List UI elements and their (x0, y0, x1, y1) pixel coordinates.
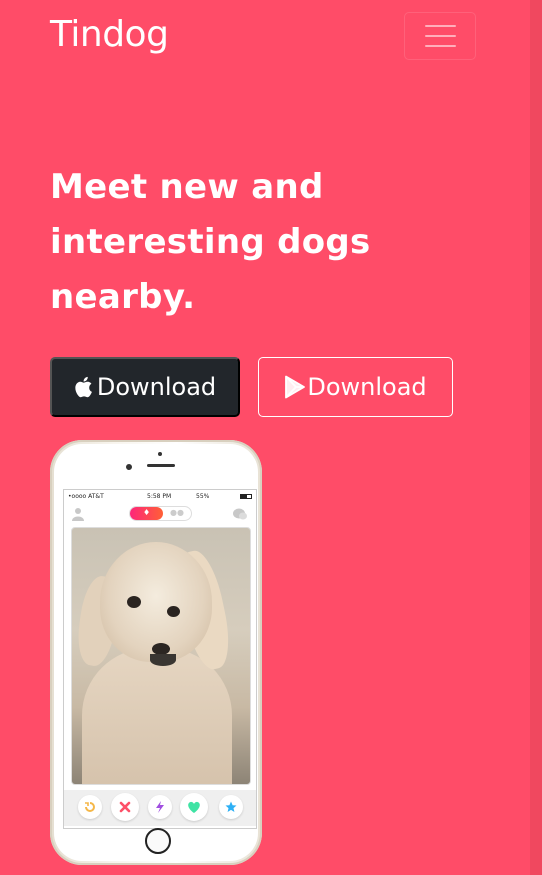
hero-title: Meet new and interesting dogs nearby. (50, 160, 430, 325)
google-play-download-button[interactable]: Download (258, 357, 453, 417)
nope-x-icon (111, 793, 139, 821)
navbar-toggler-button[interactable] (404, 12, 476, 60)
hamburger-menu-icon (425, 25, 456, 47)
chat-icon (233, 506, 247, 520)
phone-body: •oooo AT&T 5:58 PM 55% ♦ ●● (54, 444, 258, 861)
phone-speaker (147, 464, 175, 467)
hero-title-line-2: interesting dogs (50, 222, 371, 262)
hero-title-line-1: Meet new and (50, 167, 324, 207)
battery-icon (240, 494, 252, 499)
phone-home-button (145, 828, 171, 854)
phone-sensor (158, 452, 162, 456)
brand-logo-text[interactable]: Tindog (50, 14, 169, 55)
apple-icon (74, 375, 96, 399)
phone-screen: •oooo AT&T 5:58 PM 55% ♦ ●● (63, 489, 257, 829)
phone-camera (126, 464, 132, 470)
social-icon: ●● (170, 508, 184, 517)
dog-photo-card (71, 527, 251, 785)
phone-mockup-image: •oooo AT&T 5:58 PM 55% ♦ ●● (50, 440, 262, 865)
navbar: Tindog (0, 0, 530, 80)
phone-status-bar: •oooo AT&T 5:58 PM 55% (64, 490, 256, 502)
profile-icon (72, 506, 84, 521)
apple-download-button[interactable]: Download (50, 357, 240, 417)
flame-icon: ♦ (143, 508, 151, 517)
dog-eye-right (167, 606, 180, 617)
boost-bolt-icon (148, 795, 172, 819)
hero-title-line-3: nearby. (50, 277, 196, 317)
google-play-icon (284, 375, 306, 399)
status-carrier: •oooo AT&T (68, 493, 104, 500)
status-time: 5:58 PM (147, 493, 172, 500)
app-header: ♦ ●● (64, 503, 256, 523)
rewind-icon (78, 795, 102, 819)
super-like-star-icon (219, 795, 243, 819)
status-battery-text: 55% (196, 493, 210, 500)
mode-switcher: ♦ ●● (129, 506, 192, 521)
dog-eye-left (127, 596, 141, 608)
page-scrollbar[interactable] (530, 0, 542, 875)
like-heart-icon (180, 793, 208, 821)
apple-download-label: Download (96, 373, 217, 401)
flame-tab: ♦ (130, 507, 163, 520)
dog-mouth (150, 654, 176, 666)
google-play-download-label: Download (307, 373, 427, 401)
swipe-action-bar (64, 790, 256, 826)
